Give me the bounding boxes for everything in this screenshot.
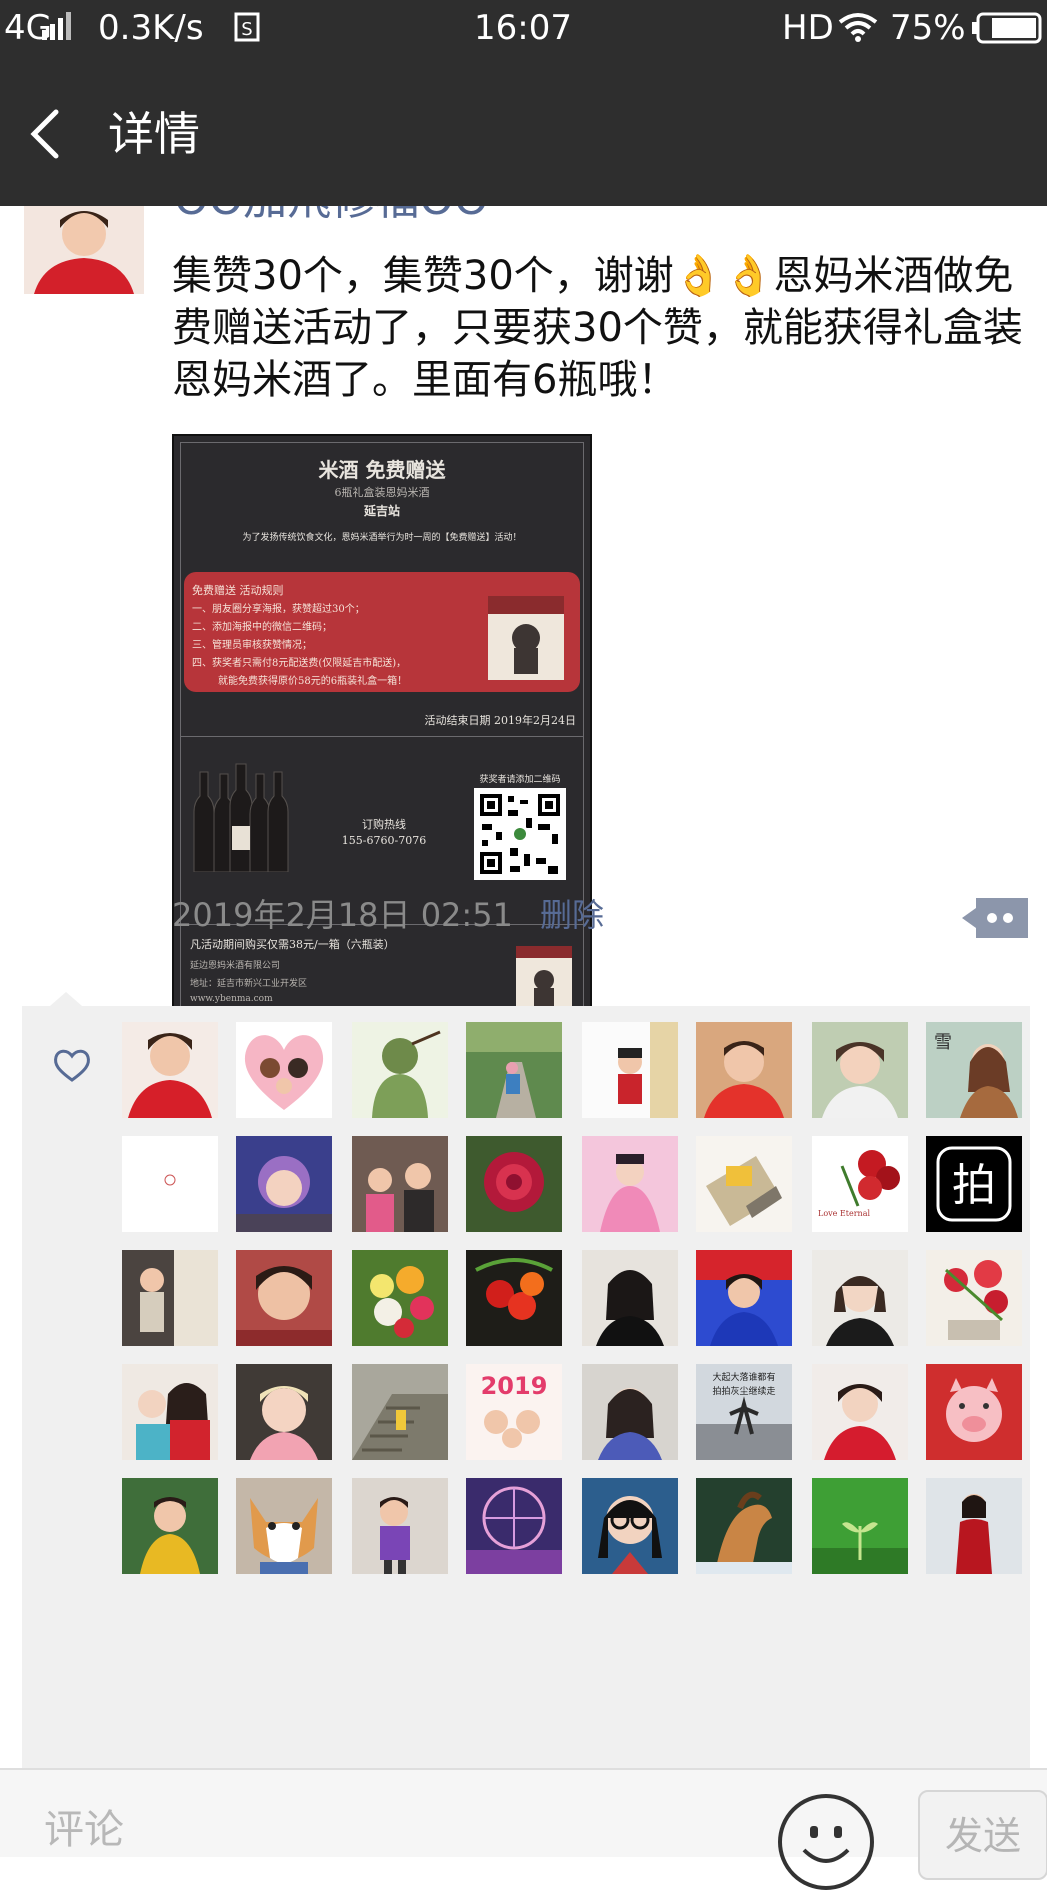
liker-avatar[interactable]: 拍 xyxy=(926,1136,1022,1232)
post-image-poster[interactable]: 米酒 免费赠送 6瓶礼盒装恩妈米酒 延吉站 为了发扬传统饮食文化，恩妈米酒举行为… xyxy=(172,434,592,1034)
liker-avatar[interactable] xyxy=(466,1136,562,1232)
avatar-text: 拍 xyxy=(952,1160,996,1211)
wifi-icon xyxy=(838,13,878,42)
gift-box-small-image xyxy=(516,946,572,1012)
liker-avatar[interactable] xyxy=(582,1250,678,1346)
status-bar: 4G 0.3K/s S 16:07 HD 75% xyxy=(0,0,1047,56)
liker-avatar[interactable] xyxy=(352,1478,448,1574)
liker-avatar[interactable] xyxy=(696,1250,792,1346)
avatar-text: 2019 xyxy=(481,1372,548,1400)
liker-avatar[interactable] xyxy=(122,1022,218,1118)
back-arrow-icon[interactable] xyxy=(20,104,80,164)
liker-avatar[interactable] xyxy=(236,1364,332,1460)
liker-avatar[interactable] xyxy=(236,1250,332,1346)
liker-avatar[interactable] xyxy=(582,1136,678,1232)
post-timestamp: 2019年2月18日 02:51 xyxy=(172,896,513,934)
liker-avatar[interactable] xyxy=(122,1478,218,1574)
liker-avatar[interactable] xyxy=(352,1136,448,1232)
poster-end-date: 活动结束日期 2019年2月24日 xyxy=(424,714,577,727)
heart-icon xyxy=(54,1049,90,1082)
clock: 16:07 xyxy=(474,8,572,48)
comment-action-icon[interactable] xyxy=(962,898,1028,938)
avatar-text: 大起大落谁都有 xyxy=(712,1371,775,1383)
beer-bottles-image xyxy=(193,763,289,872)
poster-divider xyxy=(180,736,584,737)
liker-avatar[interactable] xyxy=(236,1478,332,1574)
rules-title: 免费赠送 活动规则 xyxy=(192,584,284,597)
sim-icon: S xyxy=(234,12,260,42)
liker-avatar[interactable] xyxy=(236,1022,332,1118)
title-bar: 详情 xyxy=(0,56,1047,206)
liker-avatar[interactable] xyxy=(926,1364,1022,1460)
liker-avatar[interactable] xyxy=(466,1250,562,1346)
gift-box-image xyxy=(488,596,564,680)
liker-avatar[interactable] xyxy=(812,1022,908,1118)
delete-link[interactable]: 删除 xyxy=(540,892,604,938)
rule-item: 一、朋友圈分享海报，获赞超过30个； xyxy=(192,604,365,615)
liker-avatar[interactable]: 大起大落谁都有 拍拍灰尘继续走 xyxy=(696,1364,792,1460)
poster-rules-box: 免费赠送 活动规则 一、朋友圈分享海报，获赞超过30个； 二、添加海报中的微信二… xyxy=(184,572,580,692)
liker-avatar[interactable] xyxy=(352,1250,448,1346)
rule-item: 二、添加海报中的微信二维码； xyxy=(192,622,332,633)
liker-avatar[interactable] xyxy=(352,1022,448,1118)
likes-pointer xyxy=(50,992,82,1006)
qr-code-image xyxy=(474,788,566,880)
battery-percent: 75% xyxy=(890,8,966,48)
poster-city: 延吉站 xyxy=(363,504,400,518)
liker-avatar[interactable] xyxy=(122,1136,218,1232)
liker-avatar[interactable] xyxy=(696,1478,792,1574)
avatar-text: Love Eternal xyxy=(818,1209,870,1218)
svg-text:S: S xyxy=(241,19,252,40)
liker-avatar[interactable] xyxy=(926,1250,1022,1346)
liker-avatar[interactable] xyxy=(812,1364,908,1460)
comment-bar: 评论 发送 xyxy=(0,1768,1047,1890)
hotline-label: 订购热线 xyxy=(362,818,406,831)
moment-detail: OO加飛修福OO 集赞30个，集赞30个，谢谢👌👌恩妈米酒做免费赠送活动了，只要… xyxy=(0,206,1047,1768)
liker-avatar[interactable] xyxy=(926,1478,1022,1574)
rule-item: 四、获奖者只需付8元配送费(仅限延吉市配送)， xyxy=(192,658,407,669)
liker-avatar[interactable]: Love Eternal xyxy=(812,1136,908,1232)
poster-intro: 为了发扬传统饮食文化，恩妈米酒举行为时一周的【免费赠送】活动！ xyxy=(242,533,522,543)
liker-avatar[interactable] xyxy=(352,1364,448,1460)
liker-avatar[interactable] xyxy=(582,1022,678,1118)
author-avatar[interactable] xyxy=(24,206,144,294)
liker-avatar[interactable] xyxy=(812,1250,908,1346)
poster-title: 米酒 免费赠送 xyxy=(318,458,446,482)
liker-avatar[interactable] xyxy=(122,1364,218,1460)
hd-indicator: HD xyxy=(782,8,834,48)
liker-avatar[interactable] xyxy=(122,1250,218,1346)
avatar-text: 雪 xyxy=(934,1032,952,1053)
liker-avatar[interactable]: 2019 xyxy=(466,1364,562,1460)
liker-avatar[interactable] xyxy=(696,1022,792,1118)
author-name[interactable]: OO加飛修福OO xyxy=(174,206,489,230)
liker-avatar[interactable] xyxy=(582,1364,678,1460)
liker-avatar[interactable] xyxy=(582,1478,678,1574)
hotline-number: 155-6760-7076 xyxy=(341,834,427,847)
page-title: 详情 xyxy=(108,107,200,161)
emoji-icon[interactable] xyxy=(776,1792,876,1892)
avatar-text: 拍拍灰尘继续走 xyxy=(712,1385,775,1397)
battery-icon xyxy=(972,12,1042,44)
liker-avatar[interactable]: 雪 xyxy=(926,1022,1022,1118)
network-speed: 0.3K/s xyxy=(98,8,204,48)
send-button[interactable]: 发送 xyxy=(918,1790,1047,1880)
liker-avatar[interactable] xyxy=(466,1022,562,1118)
qr-caption: 获奖者请添加二维码 xyxy=(479,775,561,785)
liker-avatar[interactable] xyxy=(696,1136,792,1232)
likes-panel: 雪 Love Eternal 拍 2019 大起大落谁都有 拍拍灰尘继续走 xyxy=(22,1006,1030,1768)
liker-avatar[interactable] xyxy=(812,1478,908,1574)
poster-subtitle: 6瓶礼盒装恩妈米酒 xyxy=(334,486,430,499)
liker-avatar[interactable] xyxy=(466,1478,562,1574)
post-text: 集赞30个，集赞30个，谢谢👌👌恩妈米酒做免费赠送活动了，只要获30个赞，就能获… xyxy=(172,253,1023,403)
liker-avatar[interactable] xyxy=(236,1136,332,1232)
rule-item: 三、管理员审核获赞情况； xyxy=(192,640,312,651)
signal-icon xyxy=(42,12,71,40)
comment-input[interactable]: 评论 xyxy=(44,1800,124,1860)
rule-item: 就能免费获得原价58元的6瓶装礼盒一箱！ xyxy=(218,676,408,687)
